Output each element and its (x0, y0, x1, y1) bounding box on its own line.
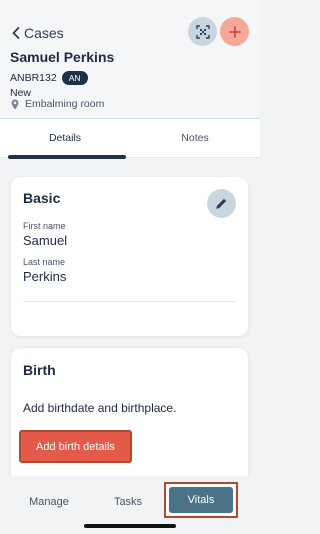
first-name-value: Samuel (23, 233, 68, 248)
home-indicator (84, 524, 176, 528)
basic-info-card: Basic First name Samuel Last name Perkin… (11, 177, 248, 336)
bottom-navigation: Manage Tasks Vitals (0, 476, 260, 534)
back-to-cases-link[interactable]: Cases (12, 25, 64, 41)
add-birth-details-button[interactable]: Add birth details (19, 430, 132, 463)
chevron-left-icon (12, 27, 20, 39)
birth-info-card: Birth Add birthdate and birthplace. Add … (11, 348, 248, 483)
tab-notes[interactable]: Notes (130, 119, 260, 157)
case-identifier-row: ANBR132 AN (10, 71, 88, 85)
nav-vitals-label: Vitals (169, 487, 233, 513)
back-label: Cases (24, 25, 64, 41)
case-detail-screen: Cases Samuel Perkins ANBR132 AN New Emba… (0, 0, 260, 534)
location-pin-icon (11, 99, 19, 109)
last-name-value: Perkins (23, 269, 67, 284)
nav-vitals[interactable]: Vitals (164, 482, 238, 518)
birth-description: Add birthdate and birthplace. (23, 401, 177, 415)
basic-card-title: Basic (23, 190, 61, 206)
case-location: Embalming room (11, 98, 104, 110)
add-button[interactable] (220, 17, 249, 46)
last-name-label: Last name (23, 257, 66, 267)
birth-card-title: Birth (23, 362, 56, 378)
location-label: Embalming room (25, 98, 105, 110)
case-header: Cases Samuel Perkins ANBR132 AN New Emba… (0, 0, 260, 118)
pencil-icon (216, 198, 227, 209)
case-tabs: Details Notes (0, 118, 260, 159)
first-name-label: First name (23, 221, 66, 231)
card-divider (23, 301, 236, 302)
nav-tasks[interactable]: Tasks (100, 487, 156, 516)
qr-code-icon (195, 24, 210, 39)
patient-name: Samuel Perkins (10, 49, 115, 65)
case-id: ANBR132 (10, 72, 57, 84)
tab-details[interactable]: Details (0, 119, 130, 159)
edit-basic-button[interactable] (207, 189, 236, 218)
scan-qr-button[interactable] (188, 17, 217, 46)
nav-manage[interactable]: Manage (16, 487, 82, 516)
case-type-badge: AN (61, 71, 88, 85)
plus-icon (228, 25, 241, 38)
